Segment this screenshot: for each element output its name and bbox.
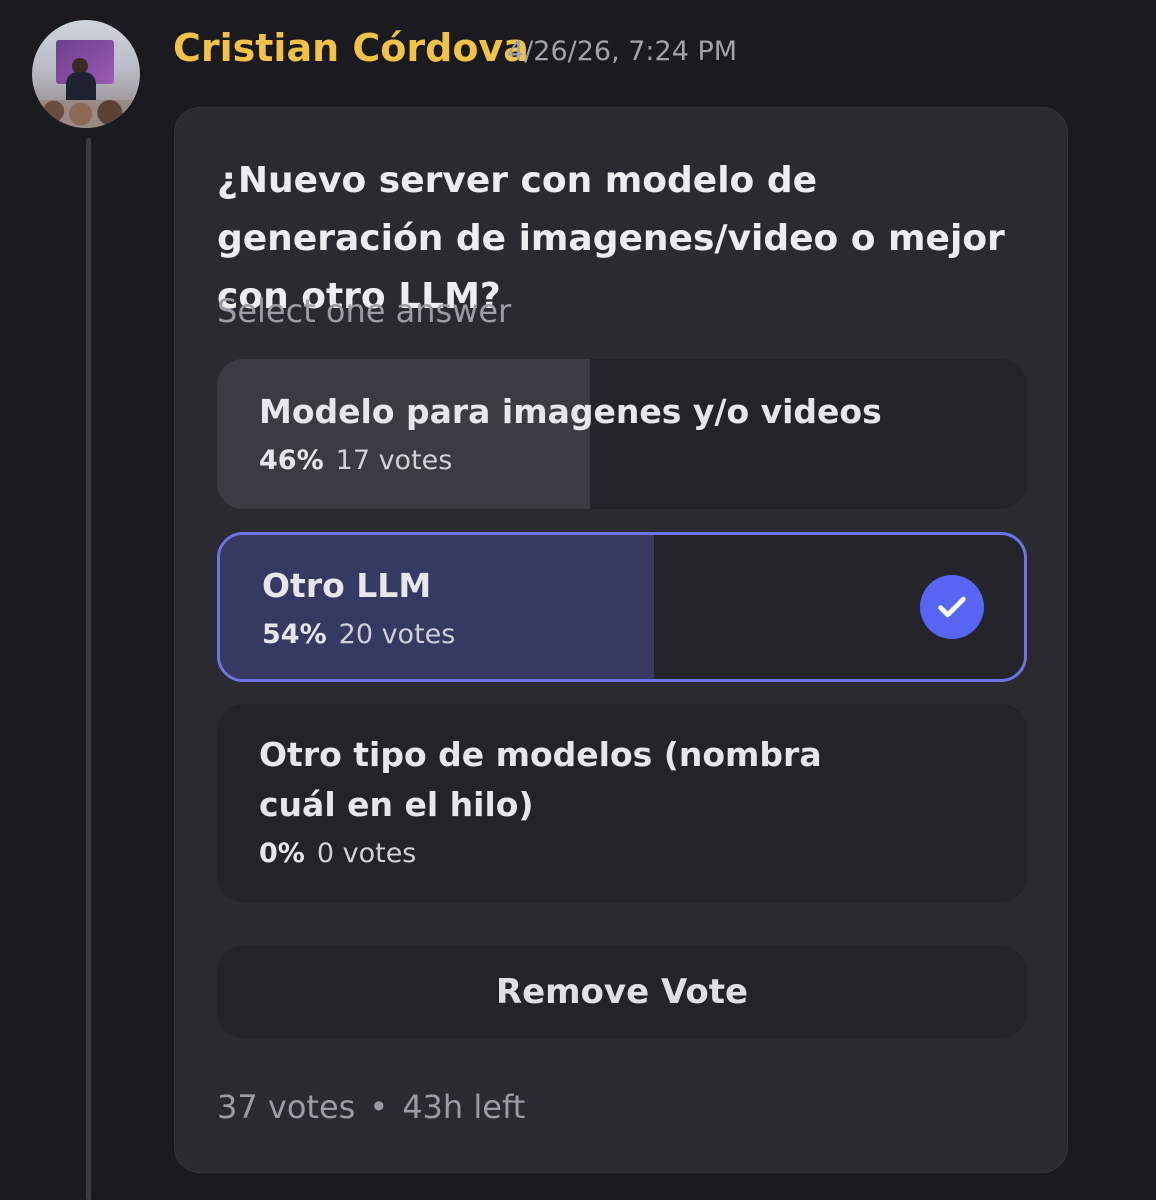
poll-option-stats: 46% 17 votes [259,445,452,476]
avatar-audience [32,100,140,128]
poll-option-images-video[interactable]: Modelo para imagenes y/o videos 46% 17 vo… [217,359,1027,509]
thread-line [86,138,91,1200]
poll-card: ¿Nuevo server con modelo de generación d… [174,107,1068,1173]
poll-footer: 37 votes • 43h left [217,1088,525,1126]
poll-option-percent: 46% [259,445,324,476]
poll-option-votes: 17 votes [335,445,453,476]
message-timestamp: 4/26/26, 7:24 PM [507,36,738,67]
poll-option-otro-llm[interactable]: Otro LLM 54% 20 votes [217,532,1027,682]
poll-time-left: 43h left [402,1088,526,1126]
avatar[interactable] [32,20,140,128]
poll-option-percent: 0% [259,838,305,869]
poll-instructions: Select one answer [217,292,512,330]
poll-option-label: Modelo para imagenes y/o videos [259,392,882,431]
poll-option-label: Otro tipo de modelos (nombra cuál en el … [259,735,822,824]
poll-option-stats: 0% 0 votes [259,838,416,869]
poll-option-votes: 0 votes [316,838,417,869]
author-name[interactable]: Cristian Córdova [173,26,529,70]
checkmark-icon [920,575,984,639]
poll-option-percent: 54% [262,619,327,650]
poll-option-votes: 20 votes [338,619,456,650]
poll-option-label: Otro LLM [262,566,432,605]
remove-vote-button[interactable]: Remove Vote [217,946,1027,1038]
poll-total-votes: 37 votes [217,1088,356,1126]
poll-option-stats: 54% 20 votes [262,619,455,650]
poll-option-otro-tipo[interactable]: Otro tipo de modelos (nombra cuál en el … [217,704,1027,902]
separator-dot: • [369,1088,389,1126]
